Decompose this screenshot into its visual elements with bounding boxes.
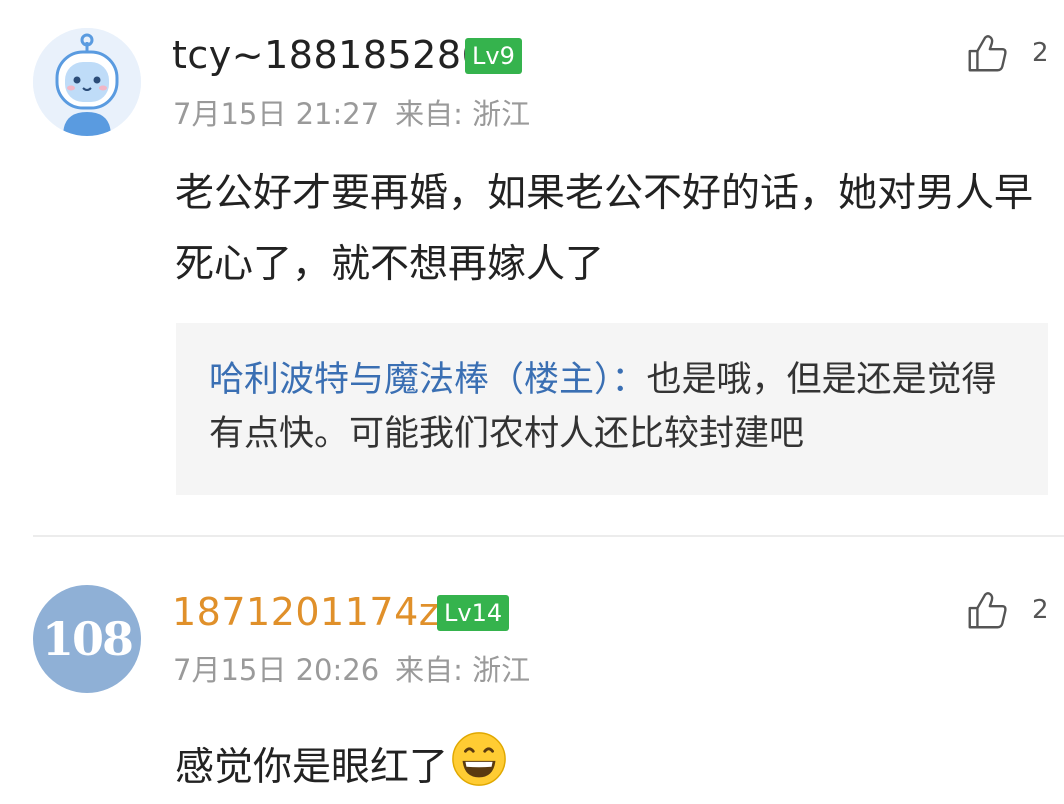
comment-date: 7月15日 20:26 bbox=[173, 653, 380, 687]
thumbs-up-icon bbox=[968, 592, 1007, 629]
avatar-text: 108 bbox=[41, 612, 134, 666]
like-count: 2 bbox=[1032, 595, 1049, 625]
level-badge: Lv9 bbox=[465, 38, 522, 74]
comment-meta: 7月15日 21:27 来自: 浙江 bbox=[173, 96, 530, 132]
comment-username[interactable]: tcy~188185286 bbox=[172, 33, 486, 77]
comment-text: 老公好才要再婚，如果老公不好的话，她对男人早死心了，就不想再嫁人了 bbox=[175, 171, 1034, 287]
like-count: 2 bbox=[1032, 38, 1049, 68]
avatar[interactable] bbox=[33, 28, 141, 136]
reply-author[interactable]: 哈利波特与魔法棒（楼主）： bbox=[209, 360, 647, 400]
reply-text-block: 哈利波特与魔法棒（楼主）：也是哦，但是还是觉得有点快。可能我们农村人还比较封建吧 bbox=[209, 353, 1009, 461]
comment-location: 来自: 浙江 bbox=[395, 97, 531, 131]
comment-text: 感觉你是眼红了 bbox=[175, 730, 875, 803]
like-button[interactable]: 2 bbox=[964, 585, 1049, 635]
thumbs-up-icon bbox=[968, 35, 1007, 72]
comment-username[interactable]: 1871201174zh bbox=[172, 590, 464, 634]
comment-location: 来自: 浙江 bbox=[395, 653, 531, 687]
grinning-face-icon bbox=[452, 732, 506, 786]
comments-page: tcy~188185286 Lv9 7月15日 21:27 来自: 浙江 2 老公… bbox=[0, 0, 1064, 804]
robot-avatar-icon bbox=[33, 28, 141, 136]
divider bbox=[33, 535, 1064, 537]
reply-box[interactable]: 哈利波特与魔法棒（楼主）：也是哦，但是还是觉得有点快。可能我们农村人还比较封建吧 bbox=[176, 323, 1048, 495]
avatar[interactable]: 108 bbox=[33, 585, 141, 693]
comment-date: 7月15日 21:27 bbox=[173, 97, 380, 131]
comment-text-content: 感觉你是眼红了 bbox=[175, 745, 449, 790]
level-badge: Lv14 bbox=[437, 595, 510, 631]
comment-meta: 7月15日 20:26 来自: 浙江 bbox=[173, 652, 530, 688]
like-button[interactable]: 2 bbox=[964, 28, 1049, 78]
